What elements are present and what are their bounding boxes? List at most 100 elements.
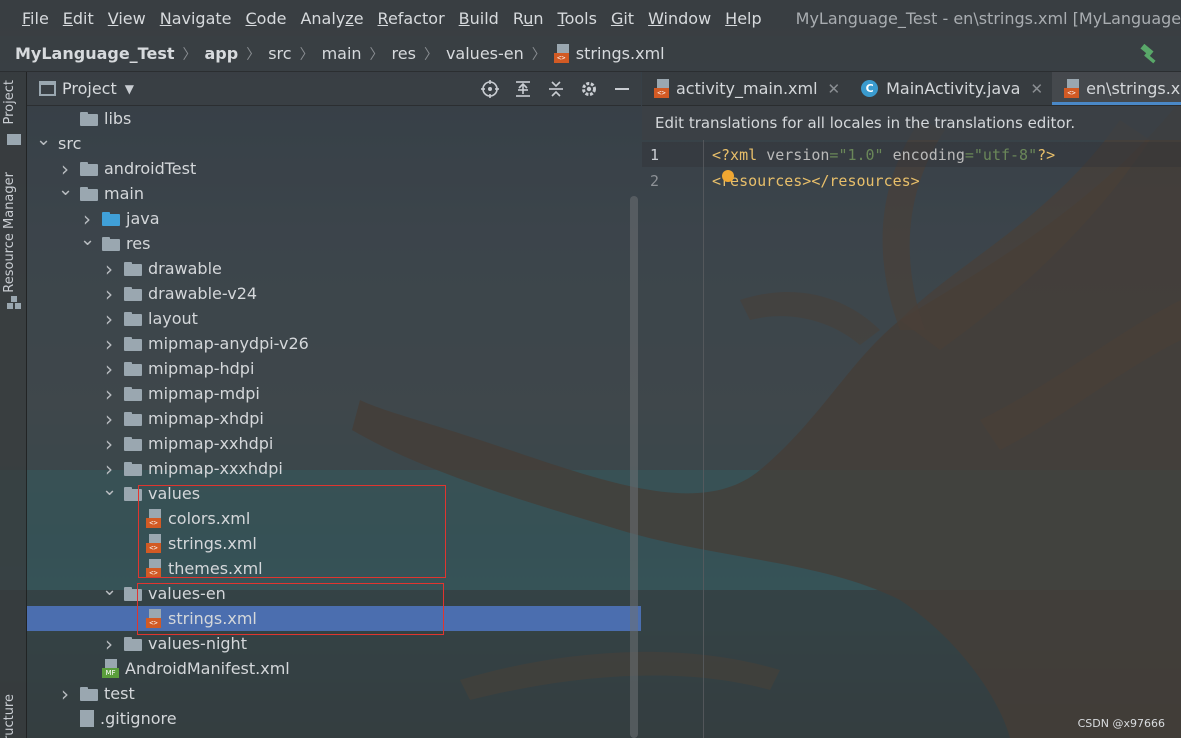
chevron-right-icon[interactable]: › (102, 307, 116, 331)
menu-file[interactable]: File (22, 9, 49, 28)
folder-icon (124, 286, 142, 301)
tree-item[interactable]: › mipmap-anydpi-v26 (27, 331, 641, 356)
locate-target-icon[interactable] (479, 78, 501, 100)
collapse-all-icon[interactable] (545, 78, 567, 100)
menu-refactor[interactable]: Refactor (378, 9, 445, 28)
chevron-down-icon[interactable]: ▼ (125, 82, 134, 96)
chevron-right-icon[interactable]: › (58, 157, 72, 181)
tree-item[interactable]: › java (27, 206, 641, 231)
tree-item-label: java (126, 209, 160, 228)
lightbulb-icon[interactable] (722, 170, 734, 182)
tree-item[interactable]: .gitignore (27, 706, 641, 731)
chevron-right-icon[interactable]: › (102, 282, 116, 306)
tree-item-label: layout (148, 309, 198, 328)
chevron-right-icon[interactable]: › (102, 382, 116, 406)
tree-item[interactable]: MF AndroidManifest.xml (27, 656, 641, 681)
chevron-right-icon[interactable]: › (102, 632, 116, 656)
project-tool-tab[interactable]: Project (2, 80, 17, 124)
code-line-1[interactable]: <?xml version="1.0" encoding="utf-8"?> (712, 146, 1055, 164)
tree-item[interactable]: › mipmap-xxxhdpi (27, 456, 641, 481)
tree-item-label: libs (104, 109, 132, 128)
chevron-down-icon[interactable]: ⌄ (36, 129, 51, 150)
tab-main-activity-java[interactable]: C MainActivity.java ✕ (849, 72, 1052, 105)
menu-navigate[interactable]: Navigate (160, 9, 232, 28)
menu-tools[interactable]: Tools (558, 9, 597, 28)
chevron-right-icon[interactable]: › (102, 457, 116, 481)
menu-code[interactable]: Code (246, 9, 287, 28)
resource-manager-tool-tab[interactable]: Resource Manager (2, 172, 17, 293)
build-hammer-icon[interactable] (1139, 44, 1161, 64)
chevron-right-icon[interactable]: › (80, 207, 94, 231)
tree-item[interactable]: <> strings.xml (27, 531, 641, 556)
tab-en-strings-xml[interactable]: <> en\strings.xml (1052, 72, 1181, 105)
menu-view[interactable]: View (108, 9, 146, 28)
menu-build[interactable]: Build (459, 9, 499, 28)
tree-item[interactable]: › test (27, 681, 641, 706)
breadcrumb-res[interactable]: res (392, 44, 416, 63)
tree-item[interactable]: <> strings.xml (27, 606, 641, 631)
folder-icon (124, 411, 142, 426)
chevron-right-icon[interactable]: › (102, 332, 116, 356)
hide-panel-icon[interactable] (611, 78, 633, 100)
close-icon[interactable]: ✕ (1030, 80, 1043, 98)
text-file-icon (80, 710, 94, 727)
tree-item[interactable]: ⌄ main (27, 179, 641, 206)
chevron-right-icon[interactable]: › (102, 357, 116, 381)
gear-icon[interactable] (578, 78, 600, 100)
chevron-down-icon[interactable]: ⌄ (102, 479, 117, 500)
breadcrumb-project[interactable]: MyLanguage_Test (15, 44, 175, 63)
tree-item[interactable]: › drawable (27, 256, 641, 281)
xml-file-icon: <> (1064, 79, 1081, 98)
tree-item-label: mipmap-hdpi (148, 359, 255, 378)
chevron-right-icon: 〉 (246, 46, 261, 63)
tree-item[interactable]: › mipmap-hdpi (27, 356, 641, 381)
tree-item[interactable]: › values-night (27, 631, 641, 656)
attr-version: version (766, 146, 830, 164)
tree-item[interactable]: ⌄ res (27, 229, 641, 256)
tree-item[interactable]: › drawable-v24 (27, 281, 641, 306)
project-tree-scrollbar[interactable] (630, 196, 638, 738)
breadcrumb-file[interactable]: strings.xml (576, 44, 665, 63)
chevron-right-icon[interactable]: › (102, 407, 116, 431)
structure-tool-tab[interactable]: Structure (2, 694, 17, 738)
project-view-selector[interactable]: Project (62, 79, 117, 98)
chevron-right-icon[interactable]: › (102, 257, 116, 281)
value-encoding: "utf-8" (973, 146, 1038, 164)
tree-item[interactable]: › mipmap-mdpi (27, 381, 641, 406)
breadcrumb-src[interactable]: src (268, 44, 291, 63)
menu-help[interactable]: Help (725, 9, 761, 28)
folder-icon (102, 211, 120, 226)
tree-item[interactable]: › androidTest (27, 156, 641, 181)
tree-item[interactable]: › mipmap-xhdpi (27, 406, 641, 431)
menu-window[interactable]: Window (648, 9, 711, 28)
tree-item-label: mipmap-xxhdpi (148, 434, 274, 453)
code-line-2[interactable]: <resources></resources> (712, 172, 920, 190)
menu-run[interactable]: Run (513, 9, 544, 28)
tree-item-label: drawable (148, 259, 222, 278)
chevron-down-icon[interactable]: ⌄ (58, 179, 73, 200)
breadcrumb-main[interactable]: main (322, 44, 362, 63)
menu-git[interactable]: Git (611, 9, 634, 28)
tree-item[interactable]: ⌄ values-en (27, 579, 641, 606)
tree-item[interactable]: libs (27, 106, 641, 131)
tree-item-label: .gitignore (100, 709, 177, 728)
xml-file-icon: <> (146, 609, 163, 628)
breadcrumb-values-en[interactable]: values-en (446, 44, 524, 63)
tree-item[interactable]: ⌄ values (27, 479, 641, 506)
menu-analyze[interactable]: Analyze (300, 9, 363, 28)
chevron-right-icon[interactable]: › (102, 432, 116, 456)
expand-all-icon[interactable] (512, 78, 534, 100)
breadcrumb-module[interactable]: app (205, 44, 239, 63)
tab-activity-main-xml[interactable]: <> activity_main.xml ✕ (642, 72, 849, 105)
tree-item[interactable]: › mipmap-xxhdpi (27, 431, 641, 456)
tree-item[interactable]: › layout (27, 306, 641, 331)
chevron-down-icon[interactable]: ⌄ (102, 579, 117, 600)
tree-item[interactable]: ⌄ src (27, 129, 641, 156)
close-icon[interactable]: ✕ (828, 80, 841, 98)
chevron-right-icon[interactable]: › (58, 682, 72, 706)
breadcrumb: MyLanguage_Test 〉 app 〉 src 〉 main 〉 res… (0, 36, 1181, 72)
menu-edit[interactable]: Edit (63, 9, 94, 28)
tree-item[interactable]: <> colors.xml (27, 506, 641, 531)
chevron-down-icon[interactable]: ⌄ (80, 229, 95, 250)
tree-item[interactable]: <> themes.xml (27, 556, 641, 581)
